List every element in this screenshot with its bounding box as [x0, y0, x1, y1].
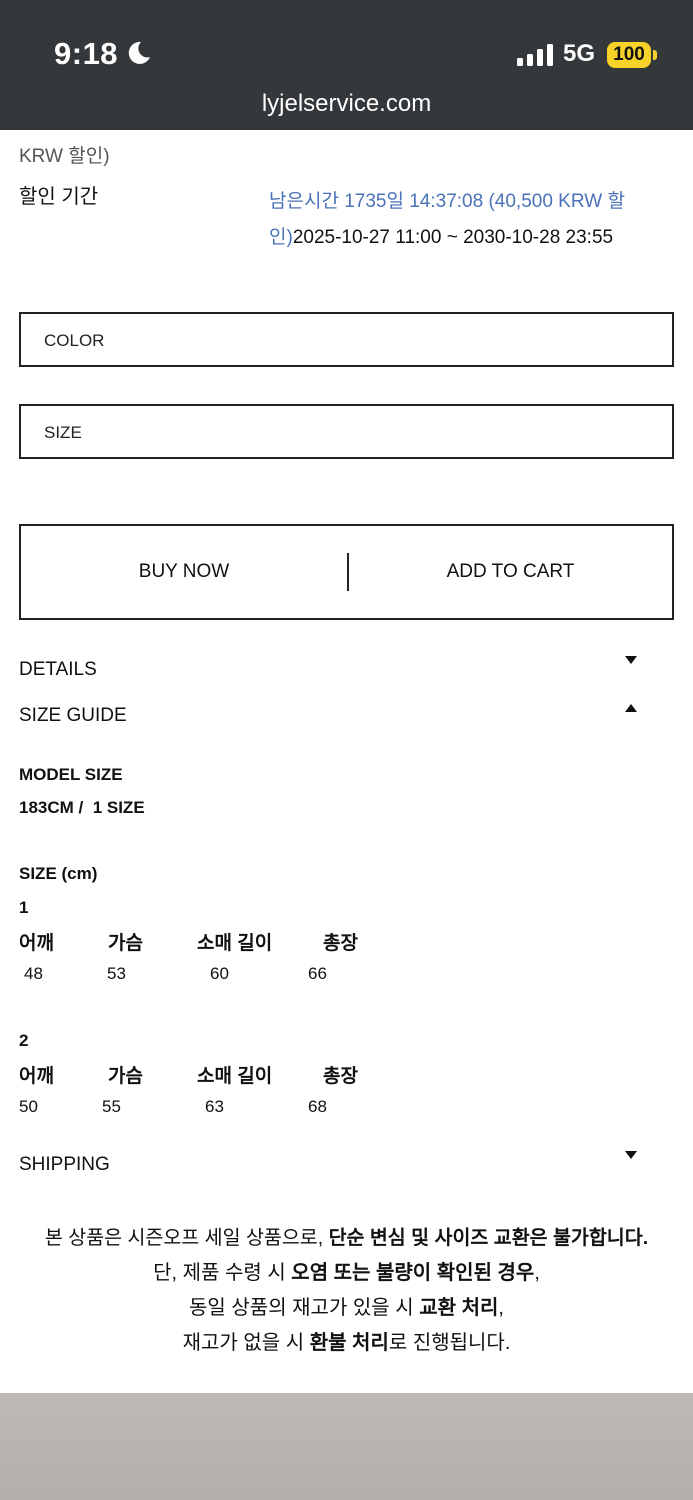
discount-prev-tail: KRW 할인) [19, 146, 110, 167]
size-2-name: 2 [19, 1031, 29, 1050]
color-select-label: COLOR [44, 331, 105, 350]
battery-tip [653, 50, 657, 60]
size-select-label: SIZE [44, 423, 82, 442]
product-image [0, 1393, 693, 1500]
status-bar: 9:18 5G 100 lyjelservice.com [0, 0, 693, 130]
color-select[interactable]: COLOR [19, 312, 674, 367]
network-label: 5G [563, 40, 596, 67]
notice-text: 본 상품은 시즌오프 세일 상품으로, [44, 1227, 329, 1249]
col-length: 총장 [323, 933, 358, 954]
chevron-down-icon[interactable] [625, 1151, 637, 1159]
details-toggle[interactable]: DETAILS [19, 659, 97, 681]
size-2-shoulder: 50 [19, 1097, 38, 1116]
size-1-sleeve: 60 [210, 964, 229, 983]
moon-icon [128, 41, 150, 64]
size-guide-toggle[interactable]: SIZE GUIDE [19, 705, 127, 727]
size-1-length: 66 [308, 964, 327, 983]
notice-text: 로 진행됩니다. [388, 1332, 511, 1354]
notice-emphasis: 오염 또는 불량이 확인된 경우 [291, 1262, 535, 1284]
notice-text: 재고가 없을 시 [182, 1332, 310, 1354]
size-2-length: 68 [308, 1097, 327, 1116]
battery-icon: 100 [607, 42, 651, 68]
col-shoulder-2: 어깨 [19, 1066, 54, 1087]
add-to-cart-button[interactable]: ADD TO CART [349, 526, 672, 618]
notice-emphasis: 교환 처리 [419, 1297, 499, 1319]
size-2-chest: 55 [102, 1097, 121, 1116]
col-sleeve-2: 소매 길이 [197, 1066, 273, 1087]
address-bar-url[interactable]: lyjelservice.com [0, 90, 693, 118]
notice-text: , [498, 1297, 504, 1319]
discount-period-range: 2025-10-27 11:00 ~ 2030-10-28 23:55 [292, 227, 614, 248]
notice-emphasis: 단순 변심 및 사이즈 교환은 불가합니다. [328, 1227, 649, 1249]
remaining-time-line1: 남은시간 1735일 14:37:08 (40,500 KRW 할 [269, 191, 625, 212]
chevron-up-icon[interactable] [625, 704, 637, 712]
status-time: 9:18 [54, 36, 119, 71]
notice-line-4: 재고가 없을 시 환불 처리로 진행됩니다. [0, 1326, 693, 1355]
notice-text: , [534, 1262, 540, 1284]
notice-line-2: 단, 제품 수령 시 오염 또는 불량이 확인된 경우, [0, 1256, 693, 1285]
purchase-actions: BUY NOW ADD TO CART [19, 524, 674, 620]
remaining-time-line2: 인) [269, 227, 293, 248]
notice-text: 동일 상품의 재고가 있을 시 [189, 1297, 420, 1319]
shipping-toggle[interactable]: SHIPPING [19, 1154, 110, 1176]
col-shoulder: 어깨 [19, 933, 54, 954]
buy-now-button[interactable]: BUY NOW [21, 526, 347, 618]
size-1-name: 1 [19, 898, 29, 917]
notice-emphasis: 환불 처리 [309, 1332, 389, 1354]
notice-text: 단, 제품 수령 시 [153, 1262, 292, 1284]
size-2-sleeve: 63 [205, 1097, 224, 1116]
size-1-chest: 53 [107, 964, 126, 983]
model-size-title: MODEL SIZE [19, 765, 123, 784]
signal-icon [517, 44, 553, 66]
col-length-2: 총장 [323, 1066, 358, 1087]
notice-line-1: 본 상품은 시즌오프 세일 상품으로, 단순 변심 및 사이즈 교환은 불가합니… [0, 1221, 693, 1250]
chevron-down-icon[interactable] [625, 656, 637, 664]
col-chest: 가슴 [108, 933, 143, 954]
discount-period-label: 할인 기간 [19, 186, 99, 208]
size-1-shoulder: 48 [24, 964, 43, 983]
size-table-title: SIZE (cm) [19, 864, 98, 883]
col-sleeve: 소매 길이 [197, 933, 273, 954]
col-chest-2: 가슴 [108, 1066, 143, 1087]
model-size-value: 183CM / 1 SIZE [19, 798, 145, 817]
notice-line-3: 동일 상품의 재고가 있을 시 교환 처리, [0, 1291, 693, 1320]
size-select[interactable]: SIZE [19, 404, 674, 459]
discount-period-line: 인)2025-10-27 11:00 ~ 2030-10-28 23:55 [269, 222, 613, 249]
